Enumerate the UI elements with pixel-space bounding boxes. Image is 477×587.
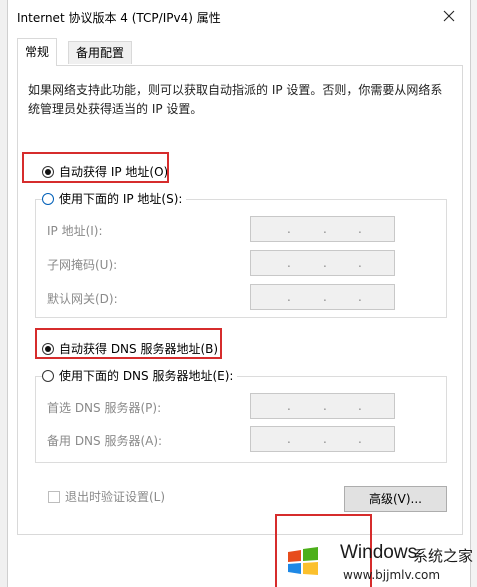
close-icon xyxy=(443,10,455,22)
ip-manual-label: 使用下面的 IP 地址(S): xyxy=(59,192,183,206)
description-text: 如果网络支持此功能，则可以获取自动指派的 IP 设置。否则，你需要从网络系统管理… xyxy=(28,83,443,116)
preferred-dns-label: 首选 DNS 服务器(P): xyxy=(47,401,162,415)
title-bar[interactable]: Internet 协议版本 4 (TCP/IPv4) 属性 xyxy=(8,0,470,32)
highlight-dns-auto xyxy=(35,328,222,359)
watermark-brand-suffix: 系统之家 xyxy=(413,547,474,565)
alternate-dns-field[interactable]: ... xyxy=(250,426,395,452)
ip-address-label: IP 地址(I): xyxy=(47,224,103,238)
tab-general[interactable]: 常规 xyxy=(17,38,58,66)
validate-on-exit-label: 退出时验证设置(L) xyxy=(65,490,166,504)
ip-address-field[interactable]: ... xyxy=(250,216,395,242)
alternate-dns-label: 备用 DNS 服务器(A): xyxy=(47,434,163,448)
watermark-brand: Windows xyxy=(340,542,418,563)
validate-on-exit-checkbox[interactable]: 退出时验证设置(L) xyxy=(48,488,165,505)
background-window-edge xyxy=(471,0,477,587)
checkbox-indicator xyxy=(48,490,60,503)
dns-manual-label: 使用下面的 DNS 服务器地址(E): xyxy=(59,369,234,383)
close-button[interactable] xyxy=(436,4,462,28)
radio-indicator xyxy=(42,369,54,382)
gateway-label: 默认网关(D): xyxy=(47,292,118,306)
subnet-mask-label: 子网掩码(U): xyxy=(47,258,118,272)
dns-manual-radio[interactable]: 使用下面的 DNS 服务器地址(E): xyxy=(42,367,238,384)
radio-indicator xyxy=(42,192,54,205)
watermark: Windows 系统之家 www.bjjmlv.com xyxy=(282,536,477,587)
windows-logo-icon xyxy=(285,546,322,578)
tcpip-properties-dialog: Internet 协议版本 4 (TCP/IPv4) 属性 常规 备用配置 如果… xyxy=(7,0,471,587)
gateway-field[interactable]: ... xyxy=(250,284,395,310)
subnet-mask-field[interactable]: ... xyxy=(250,250,395,276)
preferred-dns-field[interactable]: ... xyxy=(250,393,395,419)
advanced-button[interactable]: 高级(V)... xyxy=(344,486,447,512)
tab-alternate-config[interactable]: 备用配置 xyxy=(68,41,133,64)
ip-manual-radio[interactable]: 使用下面的 IP 地址(S): xyxy=(42,190,187,207)
window-title: Internet 协议版本 4 (TCP/IPv4) 属性 xyxy=(17,11,221,25)
watermark-url: www.bjjmlv.com xyxy=(343,568,441,582)
background-window-strip xyxy=(0,0,7,587)
highlight-ip-auto xyxy=(22,152,169,183)
